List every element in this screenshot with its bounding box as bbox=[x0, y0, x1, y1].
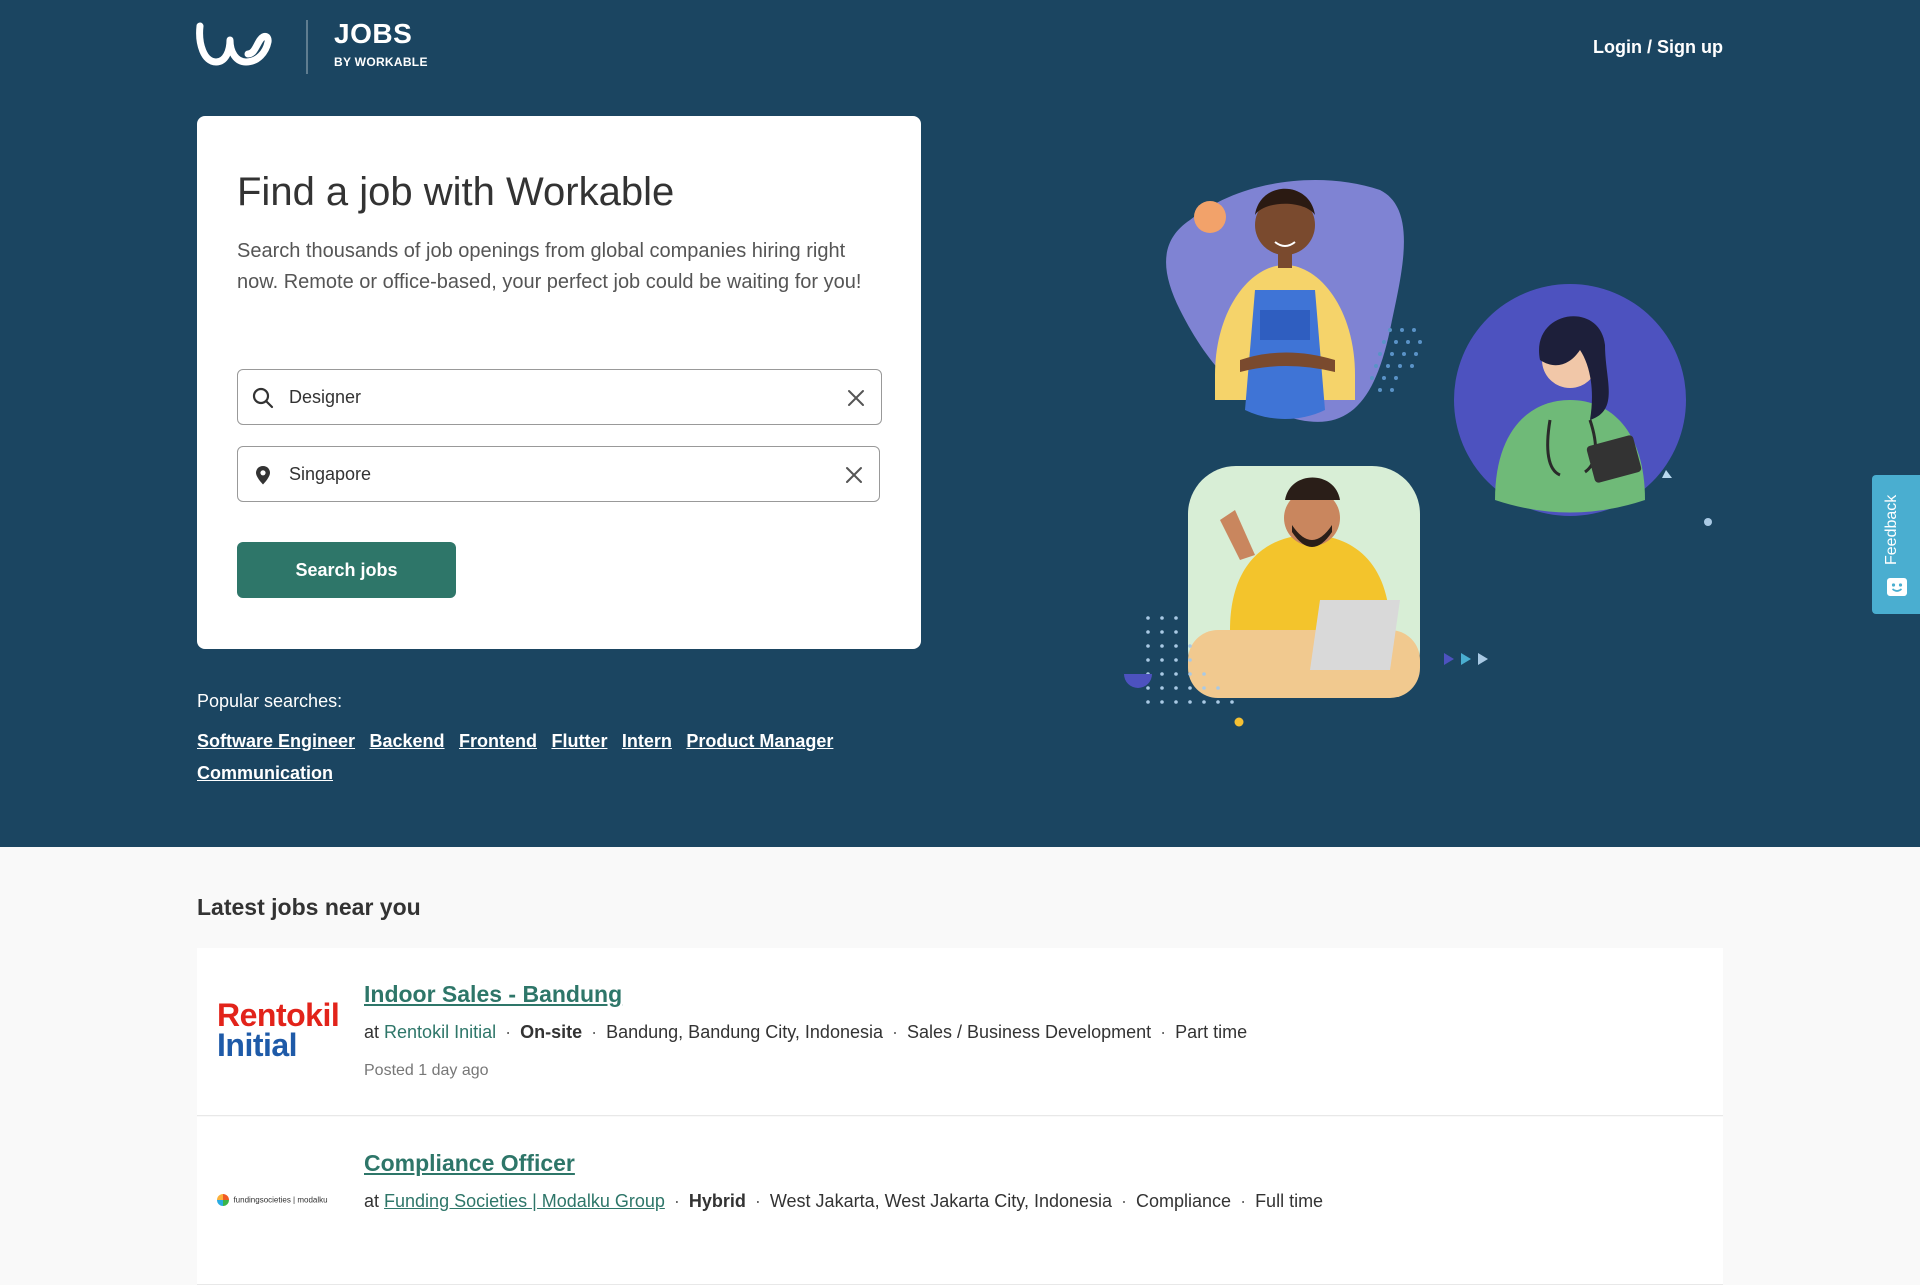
hero-section: JOBS BY WORKABLE Login / Sign up Find a … bbox=[0, 0, 1920, 847]
meta-separator: · bbox=[1240, 1191, 1247, 1211]
login-signup-link[interactable]: Login / Sign up bbox=[1593, 37, 1723, 58]
popular-link-product-manager[interactable]: Product Manager bbox=[686, 731, 833, 751]
job-department: Sales / Business Development bbox=[906, 1022, 1152, 1042]
job-location: West Jakarta, West Jakarta City, Indones… bbox=[769, 1191, 1113, 1211]
search-card: Find a job with Workable Search thousand… bbox=[197, 116, 921, 649]
illustration-person-nurse bbox=[1454, 284, 1686, 516]
meta-separator: · bbox=[891, 1022, 898, 1042]
logo-line-2: Initial bbox=[217, 1027, 298, 1063]
job-title-link[interactable]: Indoor Sales - Bandung bbox=[364, 981, 622, 1008]
meta-separator: · bbox=[673, 1191, 680, 1211]
job-workplace: Hybrid bbox=[688, 1191, 746, 1211]
job-department: Compliance bbox=[1136, 1191, 1232, 1211]
job-company-link[interactable]: Rentokil Initial bbox=[384, 1022, 496, 1042]
brand-by-workable: BY WORKABLE bbox=[334, 55, 428, 69]
search-icon bbox=[252, 387, 274, 409]
job-type: Full time bbox=[1255, 1191, 1324, 1211]
keyword-value[interactable]: Designer bbox=[289, 387, 361, 408]
job-card[interactable]: fundingsocieties | modalku Compliance Of… bbox=[197, 1117, 1723, 1285]
brand-jobs: JOBS bbox=[334, 18, 413, 49]
keyword-search-input[interactable]: Designer bbox=[237, 369, 882, 425]
close-icon[interactable] bbox=[843, 464, 865, 486]
job-title-link[interactable]: Compliance Officer bbox=[364, 1150, 575, 1177]
popular-link-backend[interactable]: Backend bbox=[370, 731, 445, 751]
popular-link-flutter[interactable]: Flutter bbox=[551, 731, 607, 751]
popular-link-intern[interactable]: Intern bbox=[622, 731, 672, 751]
popular-link-frontend[interactable]: Frontend bbox=[459, 731, 537, 751]
company-logo-funding-societies: fundingsocieties | modalku bbox=[217, 1191, 337, 1255]
search-description: Search thousands of job openings from gl… bbox=[237, 240, 862, 293]
meta-separator: · bbox=[754, 1191, 761, 1211]
page-title: Find a job with Workable bbox=[237, 170, 675, 214]
job-location: Bandung, Bandung City, Indonesia bbox=[606, 1022, 883, 1042]
latest-jobs-title: Latest jobs near you bbox=[197, 894, 421, 921]
popular-searches-list: Software Engineer Backend Frontend Flutt… bbox=[197, 726, 877, 790]
illustration-person-laptop bbox=[1188, 466, 1420, 698]
hero-illustration bbox=[1124, 180, 1712, 727]
company-logo-rentokil: Rentokil Initial bbox=[217, 997, 340, 1064]
job-card[interactable]: Rentokil Initial Indoor Sales - Bandung … bbox=[197, 948, 1723, 1116]
logo-line-1: Rentokil bbox=[217, 997, 340, 1033]
job-at: at bbox=[364, 1191, 380, 1211]
popular-searches-label: Popular searches: bbox=[197, 691, 343, 711]
meta-separator: · bbox=[1121, 1191, 1128, 1211]
feedback-tab[interactable]: Feedback bbox=[1872, 475, 1920, 614]
job-workplace: On-site bbox=[520, 1022, 583, 1042]
feedback-label: Feedback bbox=[1883, 494, 1900, 565]
meta-separator: · bbox=[505, 1022, 512, 1042]
search-jobs-button[interactable]: Search jobs bbox=[237, 542, 456, 598]
location-value[interactable]: Singapore bbox=[289, 464, 371, 485]
meta-separator: · bbox=[591, 1022, 598, 1042]
latest-jobs-title-prefix: Latest jobs bbox=[197, 894, 319, 920]
job-meta: at Funding Societies | Modalku Group · Hyb… bbox=[364, 1191, 1323, 1212]
workable-logo-icon[interactable] bbox=[196, 22, 272, 68]
popular-link-software-engineer[interactable]: Software Engineer bbox=[197, 731, 355, 751]
latest-jobs-title-emphasis: near you bbox=[324, 894, 421, 920]
job-type: Part time bbox=[1175, 1022, 1248, 1042]
close-icon[interactable] bbox=[845, 387, 867, 409]
job-posted-date: Posted 1 day ago bbox=[364, 1062, 489, 1079]
meta-separator: · bbox=[1160, 1022, 1167, 1042]
illustration-person-apron bbox=[1166, 180, 1404, 422]
feedback-smile-icon bbox=[1887, 578, 1907, 596]
job-meta: at Rentokil Initial · On-site · Bandung, Ban… bbox=[364, 1022, 1247, 1043]
job-company-link[interactable]: Funding Societies | Modalku Group bbox=[384, 1191, 665, 1211]
location-search-input[interactable]: Singapore bbox=[237, 446, 880, 502]
location-pin-icon bbox=[256, 466, 270, 485]
logo-divider bbox=[306, 20, 308, 74]
job-at: at bbox=[364, 1022, 380, 1042]
popular-link-communication[interactable]: Communication bbox=[197, 763, 333, 783]
